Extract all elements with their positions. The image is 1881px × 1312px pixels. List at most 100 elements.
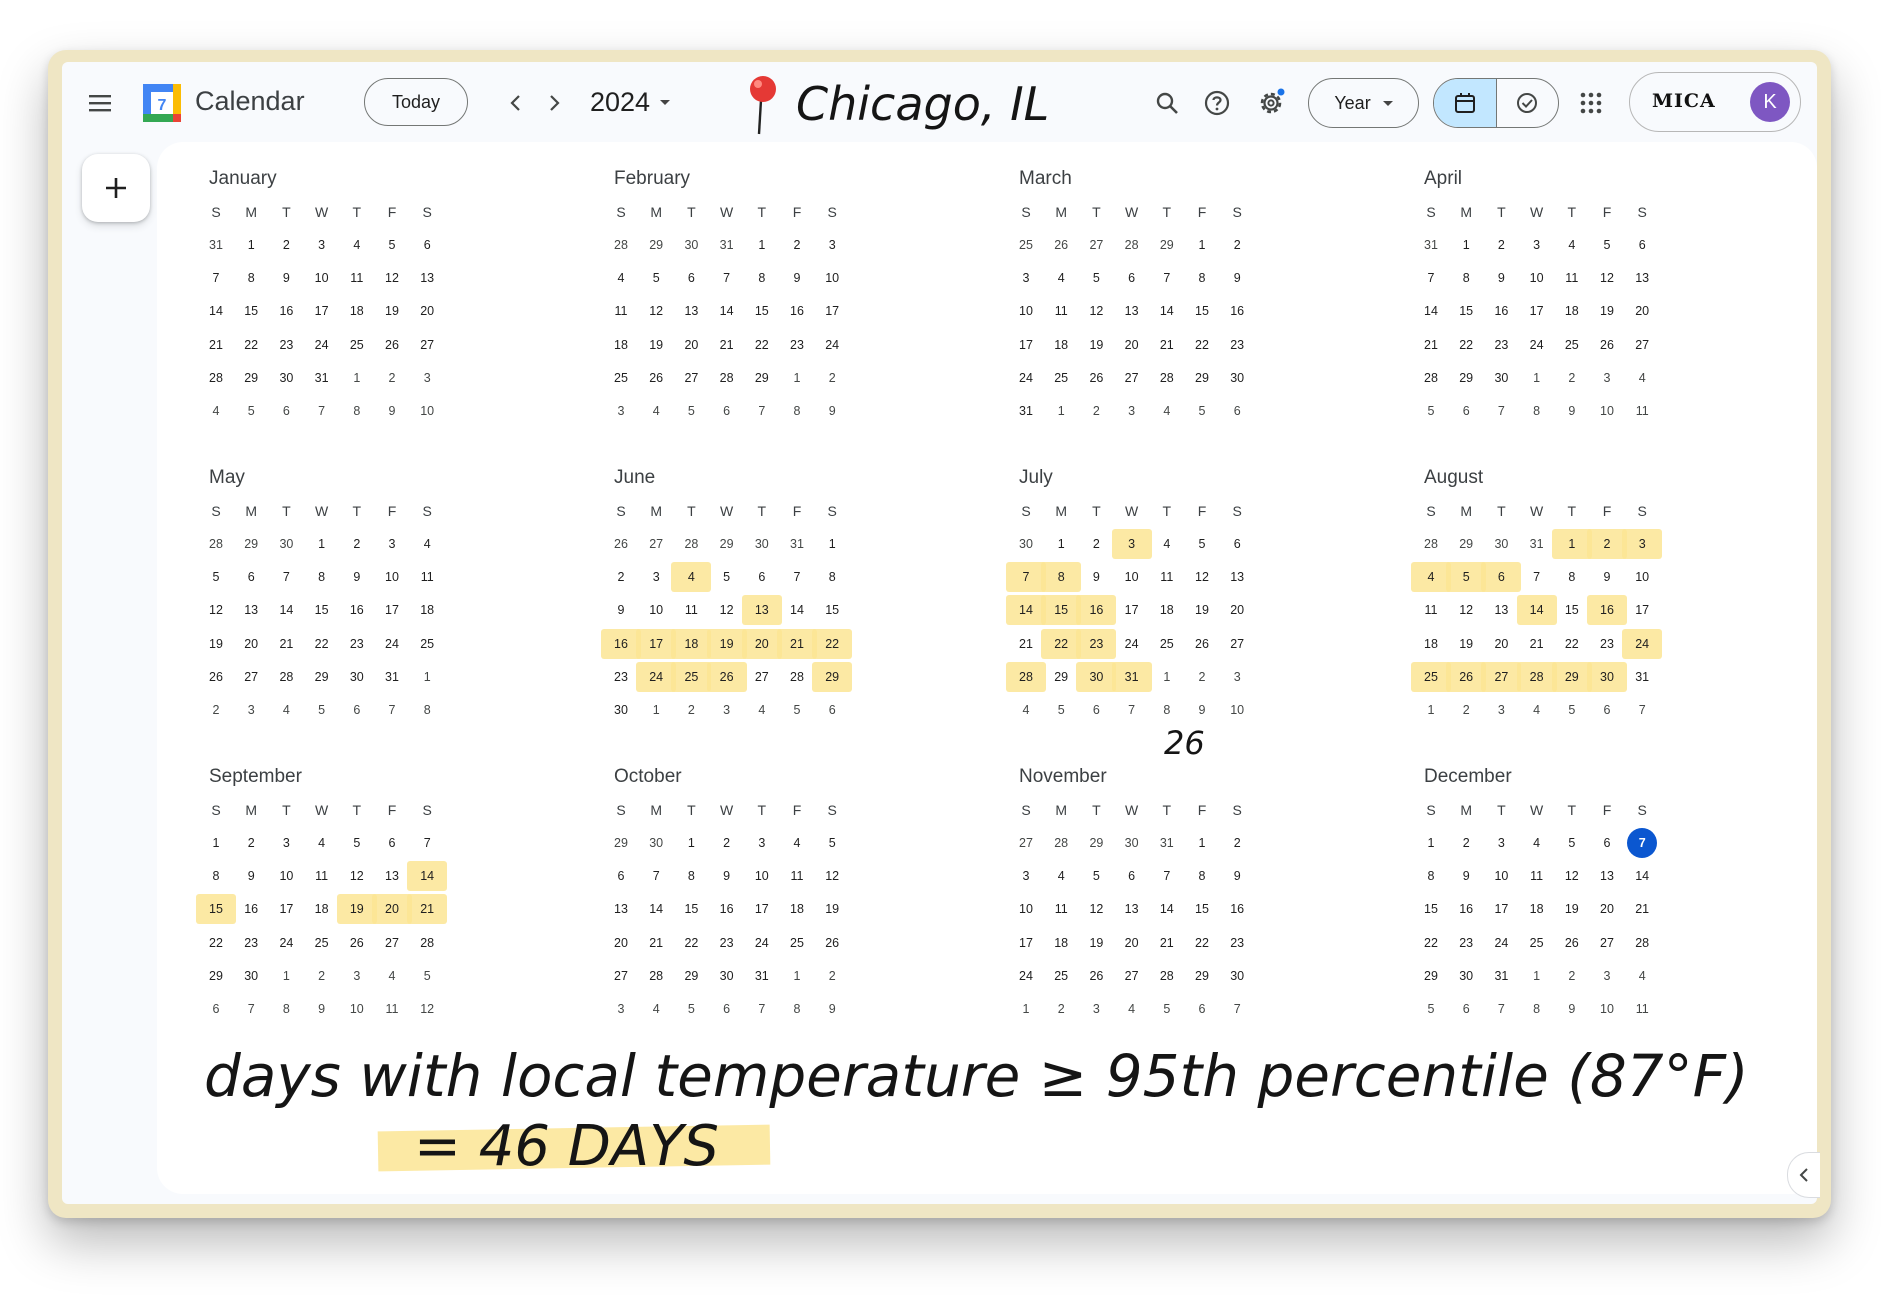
day-cell[interactable]: 12 [1079, 897, 1113, 921]
day-cell[interactable]: 13 [1484, 598, 1518, 622]
create-button[interactable] [82, 154, 150, 222]
day-cell[interactable]: 16 [1449, 897, 1483, 921]
day-cell[interactable]: 29 [1414, 964, 1448, 988]
day-cell[interactable]: 29 [745, 366, 779, 390]
day-cell[interactable]: 20 [410, 299, 444, 323]
day-cell[interactable]: 8 [780, 399, 814, 423]
day-cell[interactable]: 5 [1185, 532, 1219, 556]
day-cell[interactable]: 1 [1150, 665, 1184, 689]
day-cell[interactable]: 17 [375, 598, 409, 622]
day-cell[interactable]: 17 [1520, 299, 1554, 323]
day-cell[interactable]: 16 [1590, 598, 1624, 622]
day-cell[interactable]: 1 [1185, 831, 1219, 855]
day-cell[interactable]: 9 [234, 864, 268, 888]
month-title[interactable]: April [1424, 168, 1462, 190]
day-cell[interactable]: 6 [1115, 864, 1149, 888]
day-cell[interactable]: 4 [1009, 698, 1043, 722]
day-cell[interactable]: 29 [639, 233, 673, 257]
day-cell[interactable]: 27 [1115, 366, 1149, 390]
day-cell[interactable]: 8 [1449, 266, 1483, 290]
day-cell[interactable]: 30 [1484, 366, 1518, 390]
day-cell[interactable]: 15 [1414, 897, 1448, 921]
day-cell[interactable]: 26 [1079, 964, 1113, 988]
day-cell[interactable]: 6 [1590, 831, 1624, 855]
day-cell[interactable]: 9 [780, 266, 814, 290]
day-cell[interactable]: 6 [710, 997, 744, 1021]
day-cell[interactable]: 31 [1115, 665, 1149, 689]
day-cell[interactable]: 1 [1414, 831, 1448, 855]
day-cell[interactable]: 16 [1079, 598, 1113, 622]
day-cell[interactable]: 7 [1414, 266, 1448, 290]
day-cell[interactable]: 8 [234, 266, 268, 290]
day-cell[interactable]: 18 [1044, 333, 1078, 357]
day-cell[interactable]: 4 [1520, 698, 1554, 722]
day-cell[interactable]: 11 [604, 299, 638, 323]
day-cell[interactable]: 5 [305, 698, 339, 722]
day-cell[interactable]: 14 [199, 299, 233, 323]
day-cell[interactable]: 9 [604, 598, 638, 622]
day-cell[interactable]: 9 [1555, 399, 1589, 423]
day-cell[interactable]: 24 [639, 665, 673, 689]
day-cell[interactable]: 7 [1220, 997, 1254, 1021]
day-cell[interactable]: 15 [1185, 299, 1219, 323]
day-cell[interactable]: 10 [375, 565, 409, 589]
day-cell[interactable]: 9 [710, 864, 744, 888]
day-cell[interactable]: 29 [1079, 831, 1113, 855]
day-cell[interactable]: 14 [410, 864, 444, 888]
day-cell[interactable]: 18 [780, 897, 814, 921]
day-cell[interactable]: 13 [1625, 266, 1659, 290]
day-cell[interactable]: 9 [815, 997, 849, 1021]
day-cell[interactable]: 9 [1079, 565, 1113, 589]
day-cell[interactable]: 7 [710, 266, 744, 290]
account-button[interactable]: MICA K [1629, 72, 1801, 132]
day-cell[interactable]: 21 [1520, 632, 1554, 656]
day-cell[interactable]: 12 [199, 598, 233, 622]
day-cell[interactable]: 22 [1044, 632, 1078, 656]
day-cell[interactable]: 5 [1414, 399, 1448, 423]
day-cell[interactable]: 24 [815, 333, 849, 357]
day-cell[interactable]: 23 [1079, 632, 1113, 656]
month-title[interactable]: August [1424, 467, 1483, 489]
day-cell[interactable]: 13 [1115, 299, 1149, 323]
day-cell[interactable]: 3 [1590, 366, 1624, 390]
day-cell[interactable]: 5 [1079, 266, 1113, 290]
day-cell[interactable]: 23 [234, 931, 268, 955]
calendar-tasks-toggle[interactable] [1433, 78, 1559, 128]
day-cell[interactable]: 21 [199, 333, 233, 357]
day-cell[interactable]: 5 [375, 233, 409, 257]
day-cell[interactable]: 19 [340, 897, 374, 921]
day-cell[interactable]: 6 [1590, 698, 1624, 722]
day-cell[interactable]: 26 [710, 665, 744, 689]
day-cell[interactable]: 25 [1414, 665, 1448, 689]
day-cell[interactable]: 1 [340, 366, 374, 390]
day-cell[interactable]: 7 [1625, 698, 1659, 722]
day-cell[interactable]: 5 [1555, 831, 1589, 855]
day-cell[interactable]: 14 [269, 598, 303, 622]
day-cell[interactable]: 17 [815, 299, 849, 323]
day-cell[interactable]: 24 [1484, 931, 1518, 955]
day-cell[interactable]: 12 [1079, 299, 1113, 323]
day-cell[interactable]: 20 [1590, 897, 1624, 921]
day-cell[interactable]: 24 [745, 931, 779, 955]
day-cell[interactable]: 11 [305, 864, 339, 888]
day-cell[interactable]: 28 [1115, 233, 1149, 257]
day-cell[interactable]: 30 [1484, 532, 1518, 556]
day-cell[interactable]: 31 [710, 233, 744, 257]
day-cell[interactable]: 29 [1150, 233, 1184, 257]
day-cell[interactable]: 30 [1220, 366, 1254, 390]
day-cell[interactable]: 3 [604, 399, 638, 423]
day-cell[interactable]: 7 [305, 399, 339, 423]
day-cell[interactable]: 23 [1590, 632, 1624, 656]
day-cell[interactable]: 29 [710, 532, 744, 556]
day-cell[interactable]: 21 [410, 897, 444, 921]
day-cell[interactable]: 28 [604, 233, 638, 257]
day-cell[interactable]: 11 [780, 864, 814, 888]
day-cell[interactable]: 2 [780, 233, 814, 257]
day-cell[interactable]: 13 [745, 598, 779, 622]
day-cell[interactable]: 20 [234, 632, 268, 656]
day-cell[interactable]: 22 [674, 931, 708, 955]
day-cell[interactable]: 29 [674, 964, 708, 988]
day-cell[interactable]: 8 [1185, 266, 1219, 290]
day-cell[interactable]: 5 [234, 399, 268, 423]
day-cell[interactable]: 28 [710, 366, 744, 390]
